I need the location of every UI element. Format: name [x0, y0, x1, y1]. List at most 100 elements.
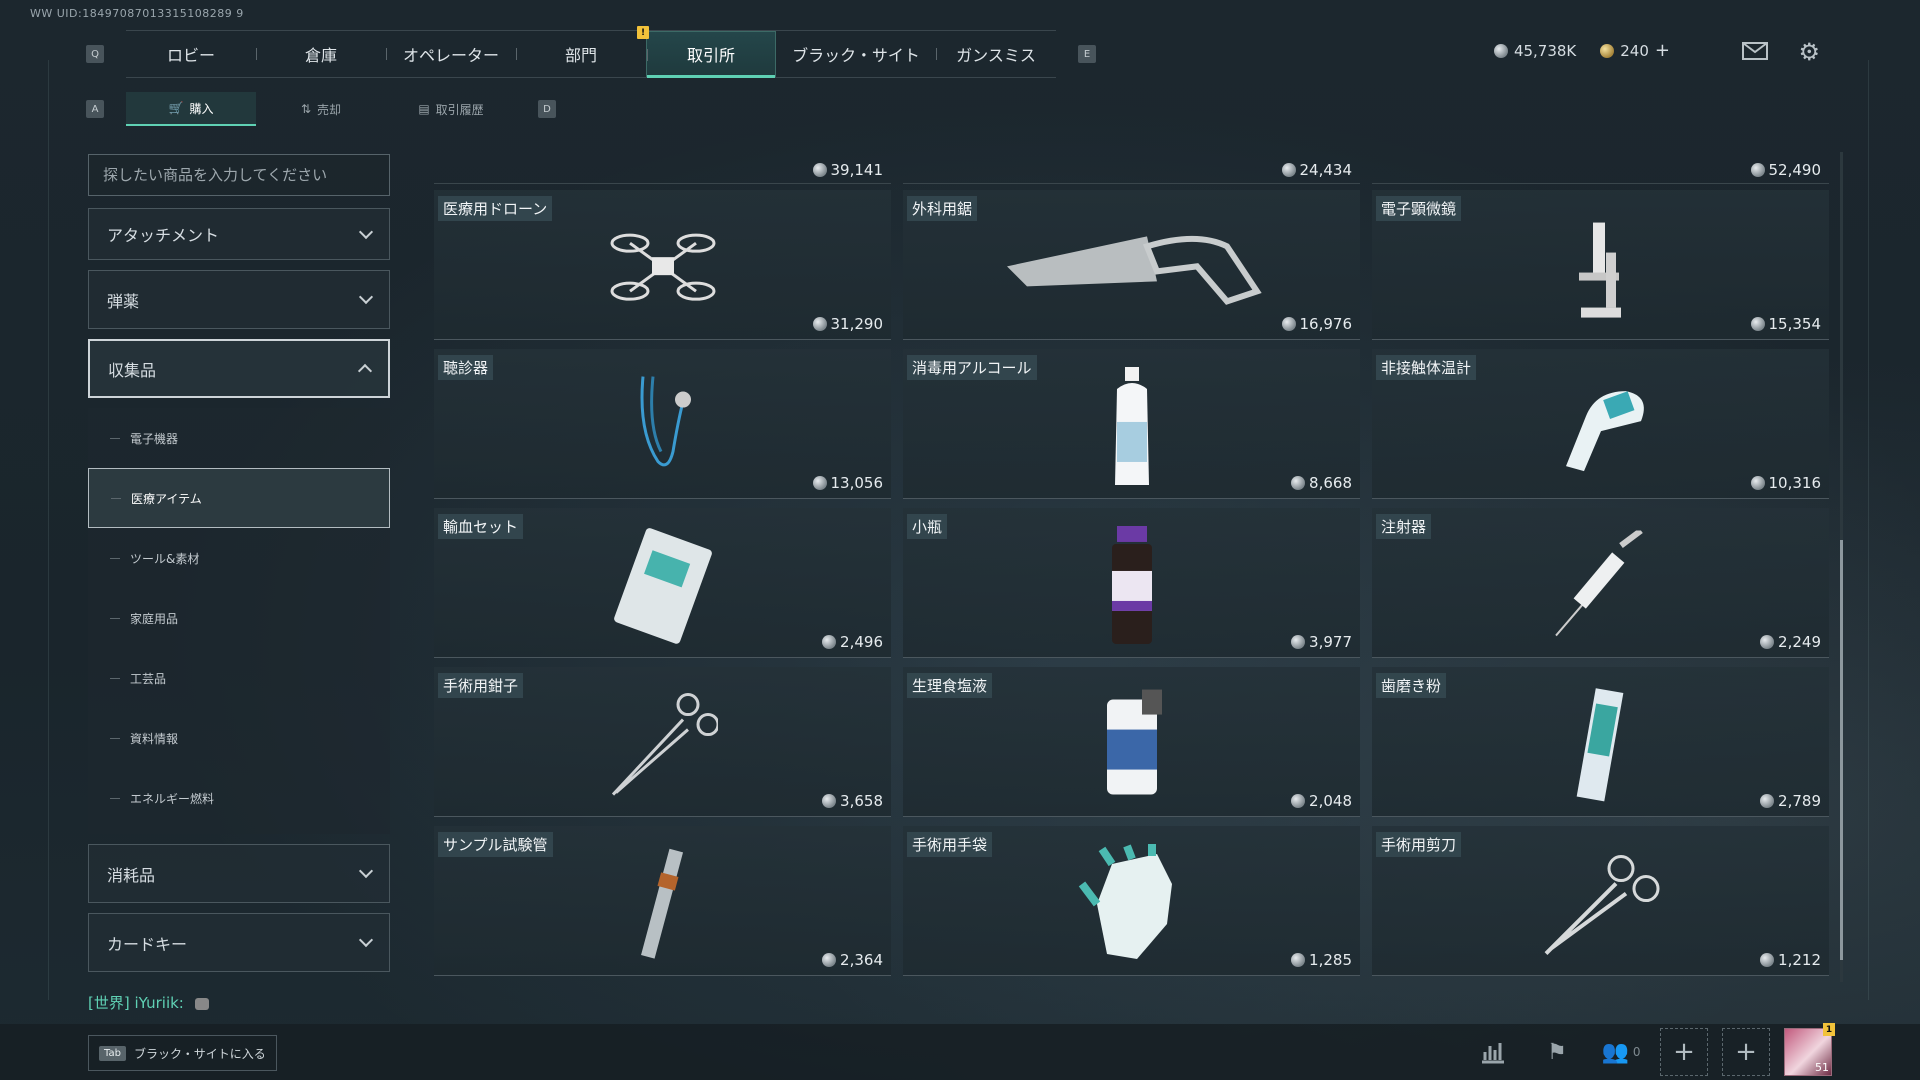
item-card[interactable]: 輸血セット 2,496: [434, 508, 891, 658]
chat-line[interactable]: [世界] iYuriik:: [88, 992, 209, 1013]
add-slot-button[interactable]: +: [1722, 1028, 1770, 1076]
price: 10,316: [1750, 474, 1821, 492]
chevron-down-icon: [358, 224, 374, 239]
dash-icon: [110, 617, 120, 619]
category-keycards[interactable]: カードキー: [88, 913, 390, 972]
price-value: 2,364: [840, 951, 883, 969]
price-value: 16,976: [1299, 315, 1353, 333]
friends-button[interactable]: 👥 0: [1596, 1028, 1646, 1076]
tab-label: オペレーター: [402, 46, 499, 65]
chevron-down-icon: [358, 863, 374, 879]
friends-icon: 👥: [1601, 1039, 1629, 1065]
subcategory-label: 家庭用品: [130, 611, 179, 626]
gold-currency[interactable]: 240 +: [1600, 40, 1670, 61]
subcategory-household[interactable]: 家庭用品: [88, 588, 390, 648]
item-name: 非接触体温計: [1376, 355, 1477, 380]
item-name: 電子顕微鏡: [1376, 196, 1462, 221]
microscope-icon: [1571, 212, 1631, 326]
silver-coin-icon: [1291, 635, 1306, 649]
thermometer-icon: [1546, 376, 1656, 480]
item-card[interactable]: 聴診器 13,056: [434, 349, 891, 499]
item-name: 手術用剪刀: [1376, 832, 1462, 857]
price-value: 52,490: [1768, 161, 1822, 179]
flag-icon[interactable]: ⚑: [1532, 1028, 1582, 1076]
alcohol-bottle-icon: [1107, 366, 1157, 490]
item-name: 消毒用アルコール: [907, 355, 1037, 380]
sub-tabs: 🛒 購入 ⇅ 売却 ▤ 取引履歴: [126, 92, 516, 126]
subtab-sell[interactable]: ⇅ 売却: [256, 92, 386, 126]
subcategory-label: 資料情報: [130, 731, 179, 746]
silver-currency: 45,738K: [1493, 42, 1576, 60]
subtab-buy[interactable]: 🛒 購入: [126, 92, 256, 126]
tab-exchange[interactable]: ! 取引所: [637, 26, 776, 78]
subcategory-energy[interactable]: エネルギー燃料: [88, 768, 390, 828]
settings-gear-icon[interactable]: ⚙: [1798, 38, 1820, 66]
saw-icon: [997, 226, 1267, 310]
item-card[interactable]: 手術用手袋 1,285: [903, 826, 1360, 976]
category-ammo[interactable]: 弾薬: [88, 270, 390, 329]
category-collectibles[interactable]: 収集品: [88, 339, 390, 398]
dash-icon: [110, 557, 120, 559]
silver-coin-icon: [822, 635, 837, 649]
item-card[interactable]: 手術用鉗子 3,658: [434, 667, 891, 817]
stats-icon[interactable]: [1468, 1028, 1518, 1076]
subcategory-electronics[interactable]: 電子機器: [88, 408, 390, 468]
silver-coin-icon: [812, 163, 827, 177]
price: 1,212: [1760, 951, 1821, 969]
tab-department[interactable]: 部門: [516, 31, 646, 77]
gloves-icon: [1077, 843, 1187, 967]
mail-icon[interactable]: [1742, 42, 1768, 60]
subcategory-label: エネルギー燃料: [130, 791, 215, 806]
item-card-partial[interactable]: 39,141: [434, 152, 891, 184]
syringe-icon: [1551, 527, 1651, 644]
tab-operator[interactable]: オペレーター: [386, 31, 516, 77]
item-card[interactable]: 手術用剪刀 1,212: [1372, 826, 1829, 976]
add-gold-icon[interactable]: +: [1655, 40, 1670, 61]
avatar[interactable]: 1 51: [1784, 1023, 1835, 1076]
gold-amount: 240: [1620, 41, 1649, 60]
item-card[interactable]: 小瓶 3,977: [903, 508, 1360, 658]
silver-coin-icon: [812, 317, 827, 331]
tab-label: ガンスミス: [956, 46, 1036, 65]
item-card-partial[interactable]: 24,434: [903, 152, 1360, 184]
item-card[interactable]: 外科用鋸 16,976: [903, 190, 1360, 340]
tab-black-site[interactable]: ブラック・サイト: [776, 31, 936, 77]
item-card[interactable]: 非接触体温計 10,316: [1372, 349, 1829, 499]
stethoscope-icon: [633, 371, 693, 485]
subcategory-crafts[interactable]: 工芸品: [88, 648, 390, 708]
price: 2,789: [1760, 792, 1821, 810]
subcategory-tools[interactable]: ツール&素材: [88, 528, 390, 588]
item-card[interactable]: 歯磨き粉 2,789: [1372, 667, 1829, 817]
enter-black-site-button[interactable]: Tab ブラック・サイトに入る: [88, 1035, 277, 1071]
category-label: 弾薬: [107, 291, 140, 311]
subcategory-label: 医療アイテム: [131, 491, 202, 506]
item-card[interactable]: 消毒用アルコール 8,668: [903, 349, 1360, 499]
item-card[interactable]: 注射器 2,249: [1372, 508, 1829, 658]
tab-label: 部門: [564, 46, 597, 65]
item-card-partial[interactable]: 52,490: [1372, 152, 1829, 184]
item-card[interactable]: 医療用ドローン 31,290: [434, 190, 891, 340]
subtab-history[interactable]: ▤ 取引履歴: [386, 92, 516, 126]
category-consumables[interactable]: 消耗品: [88, 844, 390, 903]
price: 3,977: [1291, 633, 1352, 651]
category-attachment[interactable]: アタッチメント: [88, 208, 390, 260]
tab-gunsmith[interactable]: ガンスミス: [936, 31, 1056, 77]
top-nav: Q ロビー 倉庫 オペレーター 部門 ! 取引所 ブラック・サイト ガンスミス …: [86, 26, 1096, 78]
subcategory-medical[interactable]: 医療アイテム: [88, 468, 390, 528]
item-name: 生理食塩液: [907, 673, 993, 698]
item-card[interactable]: 生理食塩液 2,048: [903, 667, 1360, 817]
tab-lobby[interactable]: ロビー: [126, 31, 256, 77]
scrollbar-thumb[interactable]: [1840, 540, 1843, 960]
tab-warehouse[interactable]: 倉庫: [256, 31, 386, 77]
decor-line: [1868, 60, 1869, 1000]
add-slot-button[interactable]: +: [1660, 1028, 1708, 1076]
price-value: 15,354: [1768, 315, 1822, 333]
price: 31,290: [812, 315, 883, 333]
item-card[interactable]: サンプル試験管 2,364: [434, 826, 891, 976]
price-value: 2,496: [840, 633, 883, 651]
item-card[interactable]: 電子顕微鏡 15,354: [1372, 190, 1829, 340]
subcategory-documents[interactable]: 資料情報: [88, 708, 390, 768]
tab-key-hint: Tab: [99, 1045, 126, 1061]
cart-icon: 🛒: [168, 101, 184, 115]
search-input[interactable]: [88, 154, 390, 196]
